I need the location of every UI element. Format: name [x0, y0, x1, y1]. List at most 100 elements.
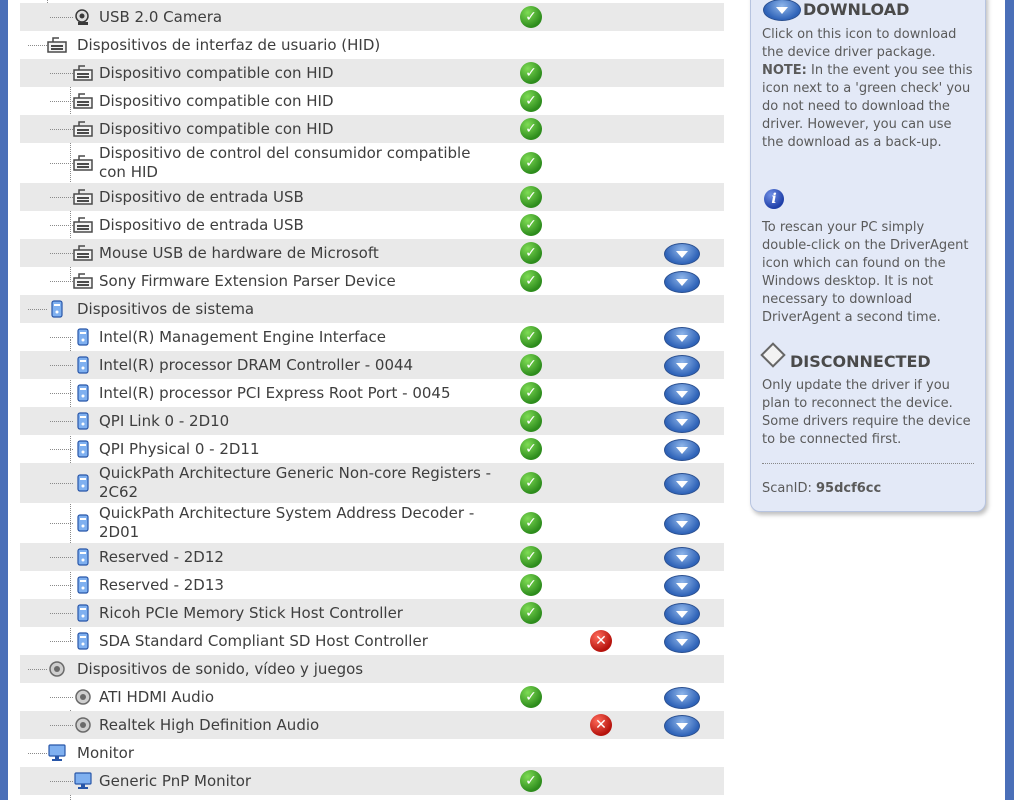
device-label: QPI Physical 0 - 2D11 — [99, 439, 260, 458]
checkmark-icon: ✓ — [520, 354, 542, 376]
checkmark-icon: ✓ — [520, 410, 542, 432]
download-button[interactable] — [664, 439, 700, 461]
scan-id-line: ScanID: 95dcf6cc — [762, 480, 976, 498]
category-row[interactable]: Monitor — [20, 739, 724, 767]
checkmark-icon: ✓ — [520, 242, 542, 264]
device-row[interactable]: USB 2.0 Camera ✓ — [20, 3, 724, 31]
window-frame-left — [0, 0, 8, 800]
device-row[interactable]: Dispositivo de entrada USB ✓ — [20, 211, 724, 239]
download-button[interactable] — [664, 383, 700, 405]
checkmark-icon: ✓ — [520, 62, 542, 84]
device-row[interactable]: Intel(R) processor PCI Express Root Port… — [20, 379, 724, 407]
device-row[interactable]: Intel(R) Management Engine Interface ✓ — [20, 323, 724, 351]
checkmark-icon: ✓ — [520, 186, 542, 208]
download-button[interactable] — [664, 473, 700, 495]
device-row[interactable]: Realtek High Definition Audio ✕ — [20, 711, 724, 739]
device-label: Dispositivo de entrada USB — [99, 187, 304, 206]
keyboard-icon — [73, 64, 93, 82]
device-row[interactable]: QuickPath Architecture System Address De… — [20, 503, 724, 543]
tree-connector-line — [50, 129, 73, 130]
tree-connector-line — [50, 225, 73, 226]
tree-connector-line — [28, 669, 47, 670]
computer-icon — [73, 474, 93, 492]
device-row[interactable]: Sony Firmware Extension Parser Device ✓ — [20, 267, 724, 295]
download-button[interactable] — [664, 243, 700, 265]
device-row[interactable]: Dispositivo compatible con HID ✓ — [20, 115, 724, 143]
device-row[interactable]: Dispositivo compatible con HID ✓ — [20, 59, 724, 87]
scan-id-label: ScanID: — [762, 481, 812, 496]
computer-icon — [73, 356, 93, 374]
tree-connector-line — [50, 697, 73, 698]
device-row[interactable]: QuickPath Architecture Generic Non-core … — [20, 463, 724, 503]
speaker-icon — [73, 688, 93, 706]
device-label: QPI Link 0 - 2D10 — [99, 411, 230, 430]
computer-icon — [73, 548, 93, 566]
camera-icon — [73, 8, 93, 26]
device-label: Dispositivo compatible con HID — [99, 91, 334, 110]
device-row[interactable]: SDA Standard Compliant SD Host Controlle… — [20, 627, 724, 655]
device-label: Sony Firmware Extension Parser Device — [99, 271, 396, 290]
download-button[interactable] — [664, 327, 700, 349]
computer-icon — [73, 440, 93, 458]
device-row[interactable]: Generic PnP Monitor ✓ — [20, 767, 724, 795]
keyboard-icon — [73, 272, 93, 290]
device-row[interactable]: Reserved - 2D12 ✓ — [20, 543, 724, 571]
device-label: Dispositivos de sonido, vídeo y juegos — [77, 659, 364, 678]
device-row[interactable]: Mouse USB de hardware de Microsoft ✓ — [20, 239, 724, 267]
device-row[interactable]: QPI Link 0 - 2D10 ✓ — [20, 407, 724, 435]
tree-connector-line — [50, 17, 73, 18]
computer-icon — [47, 300, 67, 318]
download-button[interactable] — [664, 411, 700, 433]
download-button[interactable] — [664, 355, 700, 377]
download-button[interactable] — [664, 687, 700, 709]
checkmark-icon: ✓ — [520, 546, 542, 568]
device-label: QuickPath Architecture System Address De… — [99, 504, 475, 541]
device-label: Dispositivo compatible con HID — [99, 63, 334, 82]
category-row[interactable]: Dispositivos de sistema — [20, 295, 724, 323]
download-button[interactable] — [664, 547, 700, 569]
tree-connector-line — [50, 449, 73, 450]
tree-connector-line — [50, 613, 73, 614]
download-button[interactable] — [664, 715, 700, 737]
download-description: Click on this icon to download the devic… — [762, 26, 976, 152]
device-row[interactable]: ATI HDMI Audio ✓ — [20, 683, 724, 711]
legend-panel: DOWNLOAD Click on this icon to download … — [750, 0, 986, 512]
computer-icon — [73, 412, 93, 430]
device-row[interactable]: Dispositivo compatible con HID ✓ — [20, 87, 724, 115]
keyboard-icon — [73, 120, 93, 138]
device-label: Dispositivos de interfaz de usuario (HID… — [77, 35, 381, 54]
device-label: Dispositivo de entrada USB — [99, 215, 304, 234]
keyboard-icon — [47, 36, 67, 54]
checkmark-icon: ✓ — [520, 382, 542, 404]
computer-icon — [73, 632, 93, 650]
checkmark-icon: ✓ — [520, 686, 542, 708]
checkmark-icon: ✓ — [520, 270, 542, 292]
device-row[interactable]: QPI Physical 0 - 2D11 ✓ — [20, 435, 724, 463]
note-label: NOTE: — [762, 63, 807, 78]
window-frame-right — [1005, 0, 1014, 800]
category-row[interactable]: Dispositivos de interfaz de usuario (HID… — [20, 31, 724, 59]
tree-connector-line — [50, 523, 73, 524]
device-label: Intel(R) processor DRAM Controller - 004… — [99, 355, 414, 374]
download-button[interactable] — [664, 513, 700, 535]
checkmark-icon: ✓ — [520, 472, 542, 494]
device-label: Dispositivo de control del consumidor co… — [99, 144, 471, 181]
download-button[interactable] — [664, 631, 700, 653]
download-button[interactable] — [664, 575, 700, 597]
keyboard-icon — [73, 216, 93, 234]
computer-icon — [73, 328, 93, 346]
device-row[interactable]: Reserved - 2D13 ✓ — [20, 571, 724, 599]
download-button[interactable] — [664, 603, 700, 625]
device-label: Ricoh PCIe Memory Stick Host Controller — [99, 603, 403, 622]
category-row[interactable]: Dispositivos de sonido, vídeo y juegos — [20, 655, 724, 683]
device-label: ATI HDMI Audio — [99, 687, 215, 706]
device-row[interactable]: Dispositivo de control del consumidor co… — [20, 143, 724, 183]
device-row[interactable]: Intel(R) processor DRAM Controller - 004… — [20, 351, 724, 379]
checkmark-icon: ✓ — [520, 214, 542, 236]
device-row[interactable]: Ricoh PCIe Memory Stick Host Controller ✓ — [20, 599, 724, 627]
device-row[interactable]: Dispositivo de entrada USB ✓ — [20, 183, 724, 211]
tree-connector-line — [50, 393, 73, 394]
download-button[interactable] — [664, 271, 700, 293]
checkmark-icon: ✓ — [520, 574, 542, 596]
device-label: Dispositivo compatible con HID — [99, 119, 334, 138]
